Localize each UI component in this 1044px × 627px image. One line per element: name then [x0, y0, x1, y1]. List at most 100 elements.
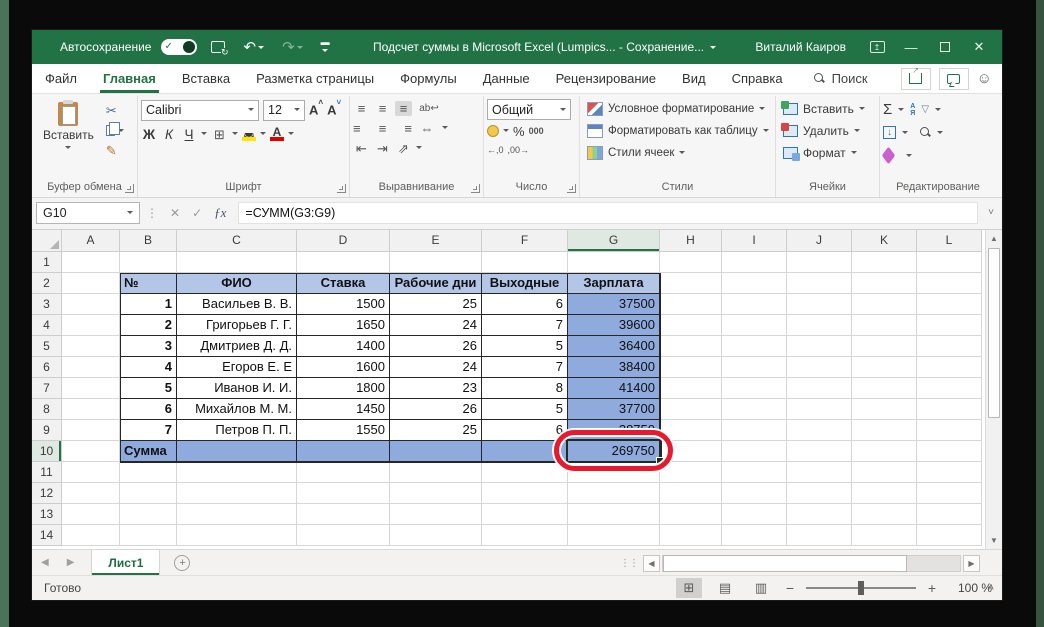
cell-J2[interactable]	[787, 273, 852, 294]
copy-button[interactable]	[104, 122, 126, 139]
cell-I2[interactable]	[722, 273, 787, 294]
cell-A1[interactable]	[62, 252, 120, 273]
cell-F12[interactable]	[482, 483, 568, 504]
row-header-3[interactable]: 3	[32, 294, 62, 315]
row-header-11[interactable]: 11	[32, 462, 62, 483]
cell-E13[interactable]	[390, 504, 482, 525]
cell-E8[interactable]: 26	[390, 399, 482, 420]
cell-E2[interactable]: Рабочие дни	[390, 273, 482, 294]
cell-D10[interactable]	[297, 441, 390, 462]
undo-dropdown-icon[interactable]	[258, 45, 265, 52]
percent-icon[interactable]: %	[513, 124, 525, 139]
col-header-L[interactable]: L	[917, 230, 982, 252]
cell-K12[interactable]	[852, 483, 917, 504]
horizontal-scrollbar[interactable]: ⋮⋮ ◀ ▶	[620, 554, 980, 572]
scroll-right-icon[interactable]: ▶	[963, 554, 980, 572]
cell-H11[interactable]	[660, 462, 722, 483]
cell-C10[interactable]	[177, 441, 297, 462]
cell-I13[interactable]	[722, 504, 787, 525]
cell-H4[interactable]	[660, 315, 722, 336]
orientation-dropdown-icon[interactable]	[416, 146, 422, 152]
clipboard-dialog-launcher[interactable]	[125, 184, 134, 193]
cell-A13[interactable]	[62, 504, 120, 525]
cell-E14[interactable]	[390, 525, 482, 546]
align-middle-icon[interactable]: ≡	[374, 101, 391, 116]
cell-A9[interactable]	[62, 420, 120, 441]
cell-A5[interactable]	[62, 336, 120, 357]
cell-F14[interactable]	[482, 525, 568, 546]
col-header-A[interactable]: A	[62, 230, 120, 252]
cell-C4[interactable]: Григорьев Г. Г.	[177, 315, 297, 336]
cell-B14[interactable]	[120, 525, 177, 546]
col-header-F[interactable]: F	[482, 230, 568, 252]
redo-dropdown-icon[interactable]	[296, 45, 303, 52]
fill-down-icon[interactable]: ↓	[883, 126, 896, 139]
wrap-text-icon[interactable]: ab↩	[416, 101, 442, 116]
cell-C6[interactable]: Егоров Е. Е	[177, 357, 297, 378]
cell-styles-button[interactable]: Стили ячеек	[583, 142, 773, 164]
align-center-icon[interactable]: ≡	[374, 121, 391, 136]
delete-cells-button[interactable]: Удалить	[779, 120, 869, 142]
cell-L9[interactable]	[917, 420, 982, 441]
cell-H8[interactable]	[660, 399, 722, 420]
collapse-ribbon-icon[interactable]: ˄	[984, 582, 998, 596]
cell-E6[interactable]: 24	[390, 357, 482, 378]
formula-bar-expand-icon[interactable]: ˅	[984, 207, 998, 218]
cell-C3[interactable]: Васильев В. В.	[177, 294, 297, 315]
row-header-4[interactable]: 4	[32, 315, 62, 336]
cell-G2[interactable]: Зарплата	[568, 273, 660, 294]
cell-J5[interactable]	[787, 336, 852, 357]
cell-A3[interactable]	[62, 294, 120, 315]
fill-color-button[interactable]: ◛	[242, 126, 256, 141]
cell-C1[interactable]	[177, 252, 297, 273]
feedback-smiley-icon[interactable]: ☺	[977, 70, 992, 87]
cell-F13[interactable]	[482, 504, 568, 525]
ribbon-display-options-button[interactable]: ↥	[860, 32, 894, 62]
sheet-tab[interactable]: Лист1	[91, 550, 161, 575]
font-dialog-launcher[interactable]	[337, 184, 346, 193]
underline-button[interactable]: Ч	[181, 127, 197, 142]
decrease-decimal-icon[interactable]: ,00→	[508, 145, 530, 155]
cell-K4[interactable]	[852, 315, 917, 336]
view-normal-button[interactable]: ⊞	[676, 578, 702, 598]
zoom-in-button[interactable]: +	[926, 580, 938, 596]
tab-scroll-splitter[interactable]: ⋮⋮	[620, 558, 639, 569]
cell-D13[interactable]	[297, 504, 390, 525]
row-header-14[interactable]: 14	[32, 525, 62, 546]
cell-I7[interactable]	[722, 378, 787, 399]
cell-I12[interactable]	[722, 483, 787, 504]
cell-F11[interactable]	[482, 462, 568, 483]
zoom-slider-thumb[interactable]	[858, 581, 864, 596]
cell-L6[interactable]	[917, 357, 982, 378]
cell-H2[interactable]	[660, 273, 722, 294]
cell-G1[interactable]	[568, 252, 660, 273]
cancel-icon[interactable]: ✕	[170, 206, 180, 220]
cell-G8[interactable]: 37700	[568, 399, 660, 420]
align-top-icon[interactable]: ≡	[353, 101, 370, 116]
cell-E12[interactable]	[390, 483, 482, 504]
cell-I8[interactable]	[722, 399, 787, 420]
tab-file[interactable]: Файл	[32, 64, 90, 93]
cell-C12[interactable]	[177, 483, 297, 504]
fill-color-dropdown-icon[interactable]	[260, 132, 266, 138]
borders-dropdown-icon[interactable]	[232, 132, 238, 138]
undo-button[interactable]: ↶	[239, 40, 268, 55]
italic-button[interactable]: К	[161, 127, 177, 142]
row-header-5[interactable]: 5	[32, 336, 62, 357]
cell-A6[interactable]	[62, 357, 120, 378]
paste-button[interactable]: Вставить	[35, 98, 102, 156]
cell-E3[interactable]: 25	[390, 294, 482, 315]
cell-K11[interactable]	[852, 462, 917, 483]
row-header-12[interactable]: 12	[32, 483, 62, 504]
row-header-6[interactable]: 6	[32, 357, 62, 378]
cell-F4[interactable]: 7	[482, 315, 568, 336]
cell-H9[interactable]	[660, 420, 722, 441]
find-select-icon[interactable]	[920, 127, 931, 138]
cell-L1[interactable]	[917, 252, 982, 273]
format-as-table-button[interactable]: Форматировать как таблицу	[583, 120, 773, 142]
tab-help[interactable]: Справка	[719, 64, 796, 93]
cell-L5[interactable]	[917, 336, 982, 357]
underline-dropdown-icon[interactable]	[201, 132, 207, 138]
tab-data[interactable]: Данные	[470, 64, 543, 93]
cell-F2[interactable]: Выходные	[482, 273, 568, 294]
